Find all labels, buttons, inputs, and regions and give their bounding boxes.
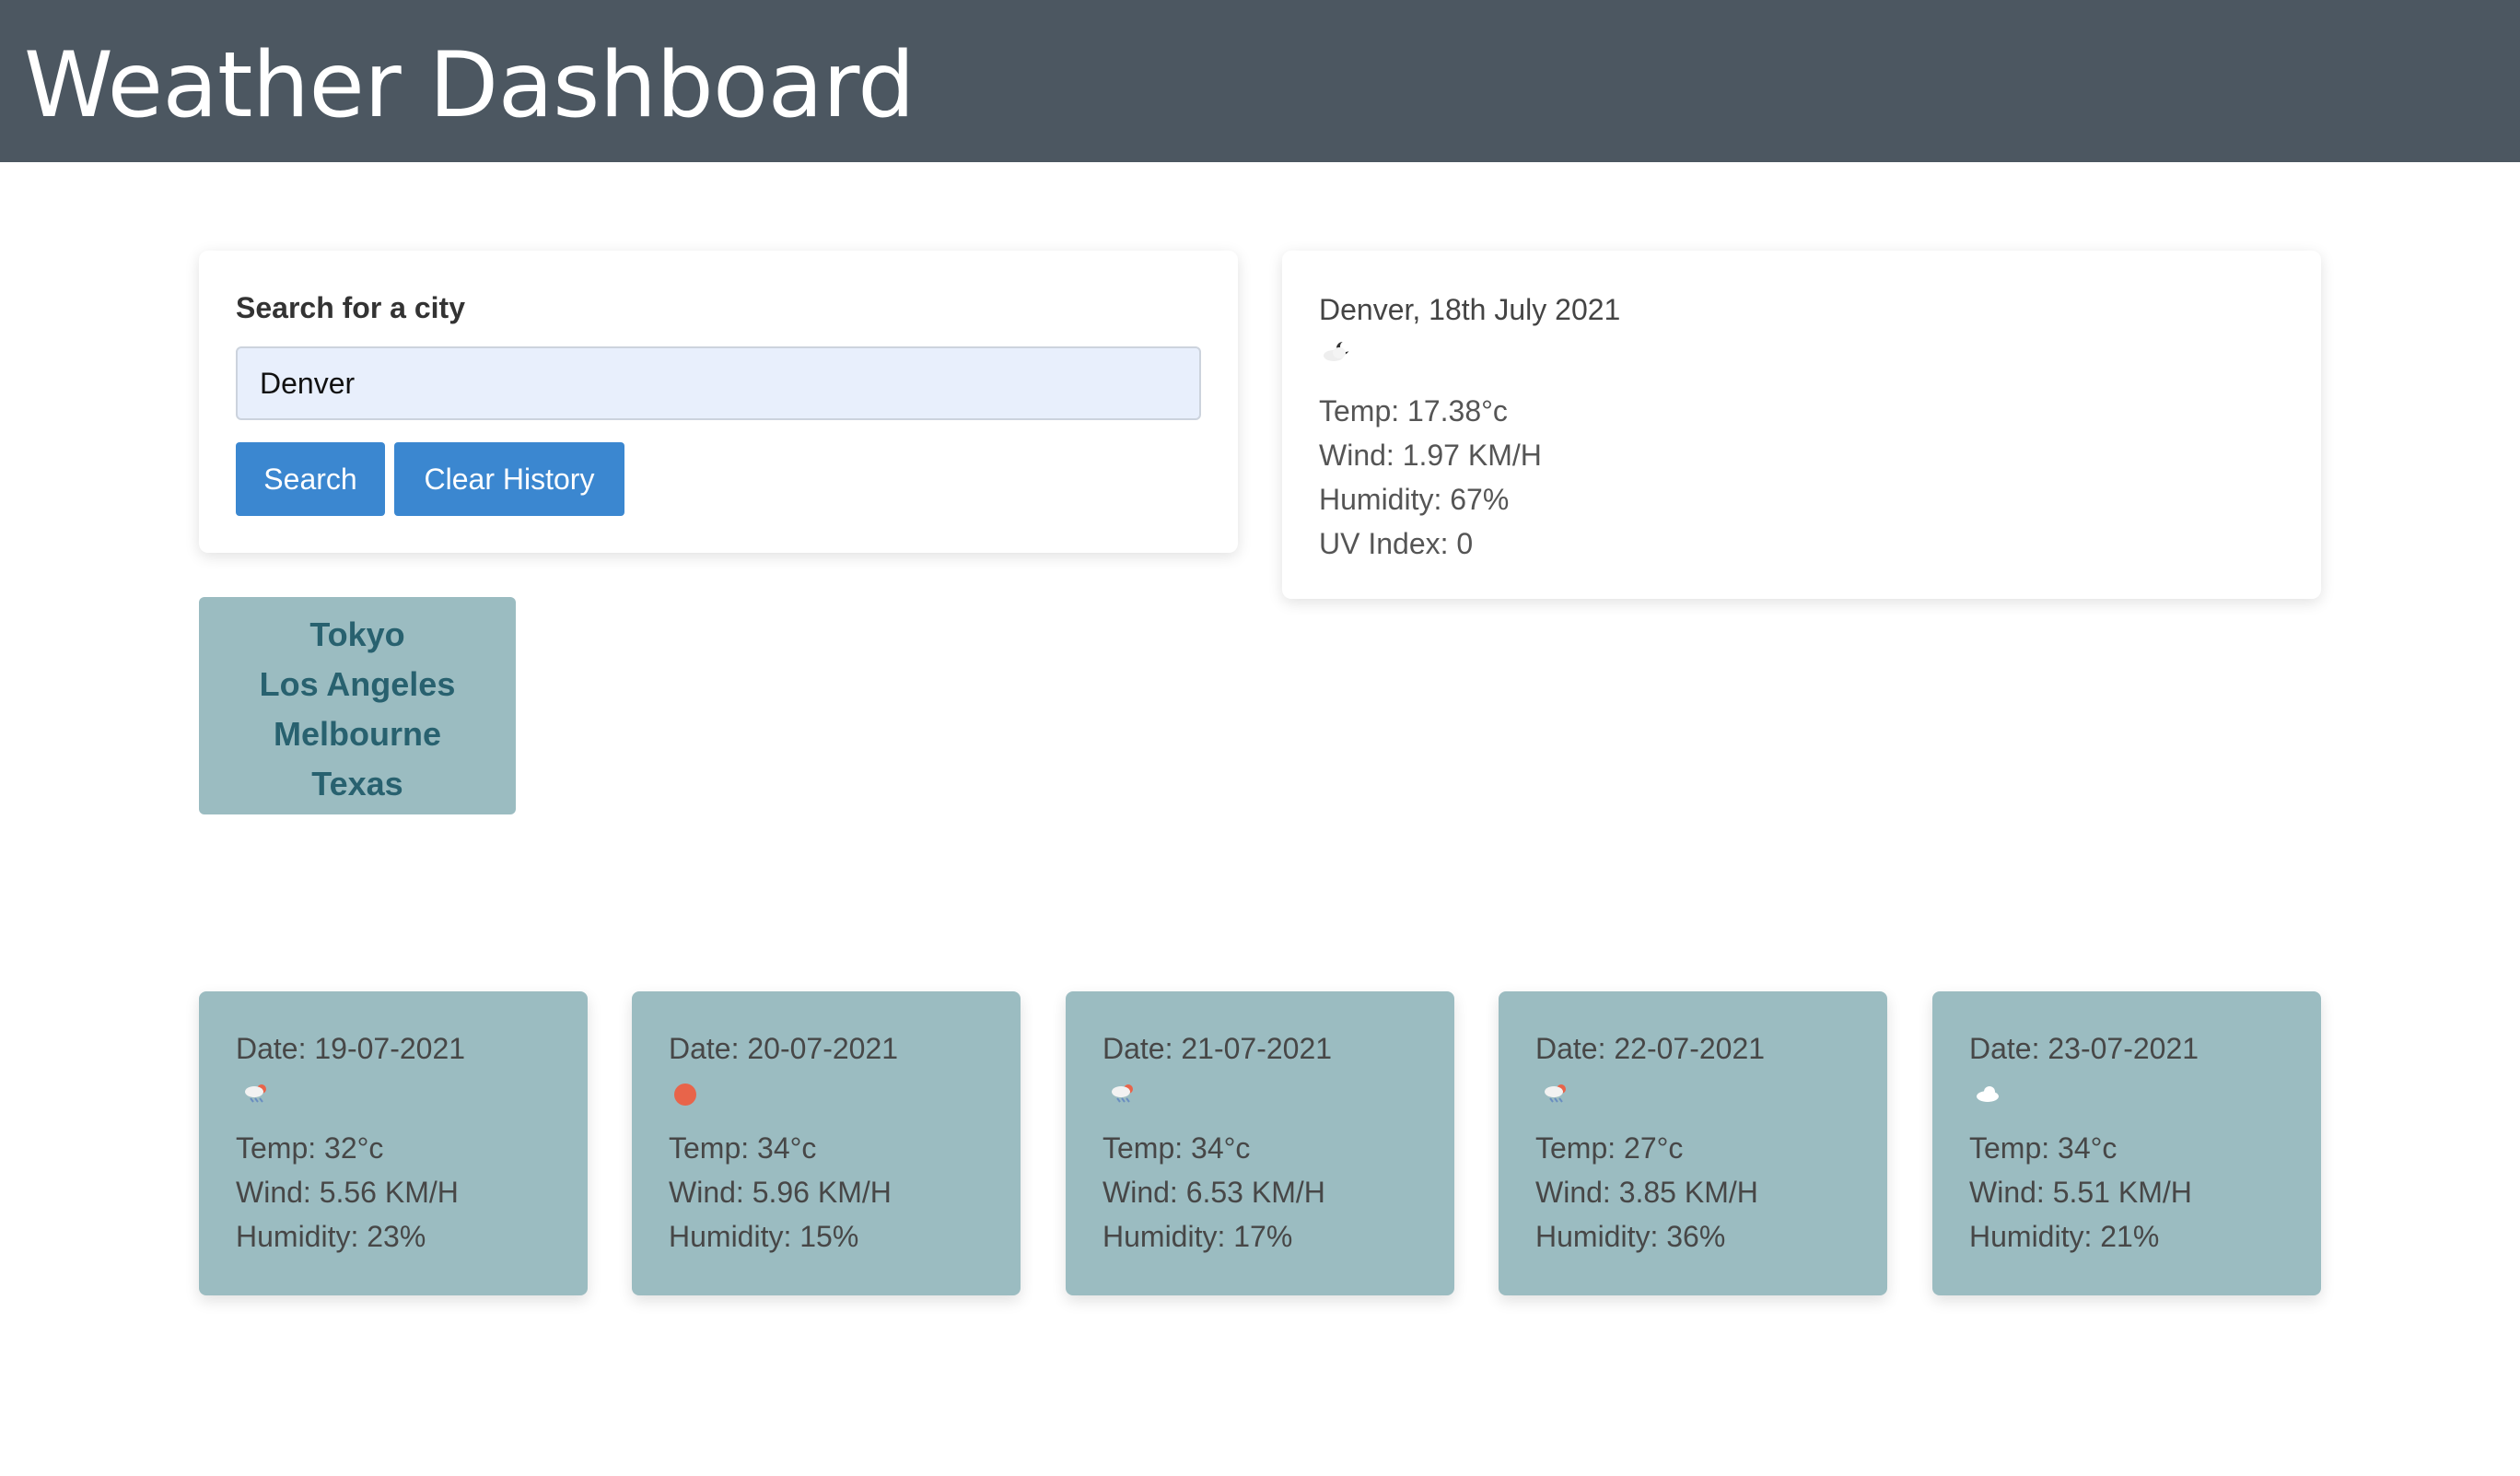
forecast-date: Date: 22-07-2021 bbox=[1535, 1032, 1766, 1065]
thunderstorm-icon bbox=[1112, 1084, 1133, 1103]
forecast-card-day-2: Date: 20-07-2021 Temp: 34°c Wind: 5.96 K… bbox=[632, 991, 1021, 1295]
forecast-humidity: Humidity: 23% bbox=[236, 1220, 426, 1253]
forecast-card-day-5: Date: 23-07-2021 Temp: 34°c Wind: 5.51 K… bbox=[1932, 991, 2321, 1295]
partly-cloudy-night-icon bbox=[1324, 341, 1351, 361]
cloud-icon bbox=[1977, 1086, 1999, 1102]
forecast-card-day-3: Date: 21-07-2021 Temp: 34°c Wind: 6.53 K… bbox=[1066, 991, 1454, 1295]
search-history-list: Tokyo Los Angeles Melbourne Texas bbox=[199, 597, 516, 814]
clear-history-button[interactable]: Clear History bbox=[394, 442, 624, 516]
forecast-date: Date: 23-07-2021 bbox=[1969, 1032, 2199, 1065]
forecast-humidity: Humidity: 17% bbox=[1102, 1220, 1293, 1253]
forecast-wind: Wind: 5.96 KM/H bbox=[669, 1176, 892, 1209]
history-item-melbourne[interactable]: Melbourne bbox=[199, 709, 516, 759]
city-search-input[interactable] bbox=[236, 346, 1201, 420]
search-label: Search for a city bbox=[236, 291, 465, 324]
forecast-temp: Temp: 34°c bbox=[1102, 1131, 1251, 1165]
sun-icon bbox=[674, 1084, 696, 1106]
history-item-tokyo[interactable]: Tokyo bbox=[199, 610, 516, 660]
forecast-card-day-1: Date: 19-07-2021 Temp: 32°c Wind: 5.56 K… bbox=[199, 991, 588, 1295]
thunderstorm-icon bbox=[1545, 1084, 1566, 1103]
forecast-temp: Temp: 32°c bbox=[236, 1131, 384, 1165]
current-weather-panel: Denver, 18th July 2021 Temp: 17.38°c Win… bbox=[1282, 251, 2321, 599]
forecast-wind: Wind: 5.51 KM/H bbox=[1969, 1176, 2192, 1209]
forecast-date: Date: 19-07-2021 bbox=[236, 1032, 466, 1065]
forecast-wind: Wind: 5.56 KM/H bbox=[236, 1176, 459, 1209]
forecast-date: Date: 20-07-2021 bbox=[669, 1032, 899, 1065]
forecast-temp: Temp: 34°c bbox=[669, 1131, 817, 1165]
forecast-wind: Wind: 6.53 KM/H bbox=[1102, 1176, 1325, 1209]
forecast-humidity: Humidity: 36% bbox=[1535, 1220, 1726, 1253]
search-panel: Search for a city Search Clear History bbox=[199, 251, 1238, 553]
forecast-temp: Temp: 34°c bbox=[1969, 1131, 2118, 1165]
page-title: Weather Dashboard bbox=[24, 33, 915, 138]
forecast-humidity: Humidity: 15% bbox=[669, 1220, 859, 1253]
forecast-date: Date: 21-07-2021 bbox=[1102, 1032, 1333, 1065]
current-humidity: Humidity: 67% bbox=[1319, 483, 1510, 516]
current-temp: Temp: 17.38°c bbox=[1319, 394, 1508, 428]
current-wind: Wind: 1.97 KM/H bbox=[1319, 439, 1542, 472]
forecast-humidity: Humidity: 21% bbox=[1969, 1220, 2160, 1253]
thunderstorm-icon bbox=[245, 1084, 266, 1103]
forecast-wind: Wind: 3.85 KM/H bbox=[1535, 1176, 1758, 1209]
forecast-temp: Temp: 27°c bbox=[1535, 1131, 1684, 1165]
history-item-texas[interactable]: Texas bbox=[199, 759, 516, 809]
history-item-los-angeles[interactable]: Los Angeles bbox=[199, 660, 516, 709]
forecast-card-day-4: Date: 22-07-2021 Temp: 27°c Wind: 3.85 K… bbox=[1499, 991, 1887, 1295]
current-city-date: Denver, 18th July 2021 bbox=[1319, 293, 1621, 326]
search-button[interactable]: Search bbox=[236, 442, 385, 516]
page-header: Weather Dashboard bbox=[0, 0, 2520, 162]
current-uv-index: UV Index: 0 bbox=[1319, 527, 1474, 560]
